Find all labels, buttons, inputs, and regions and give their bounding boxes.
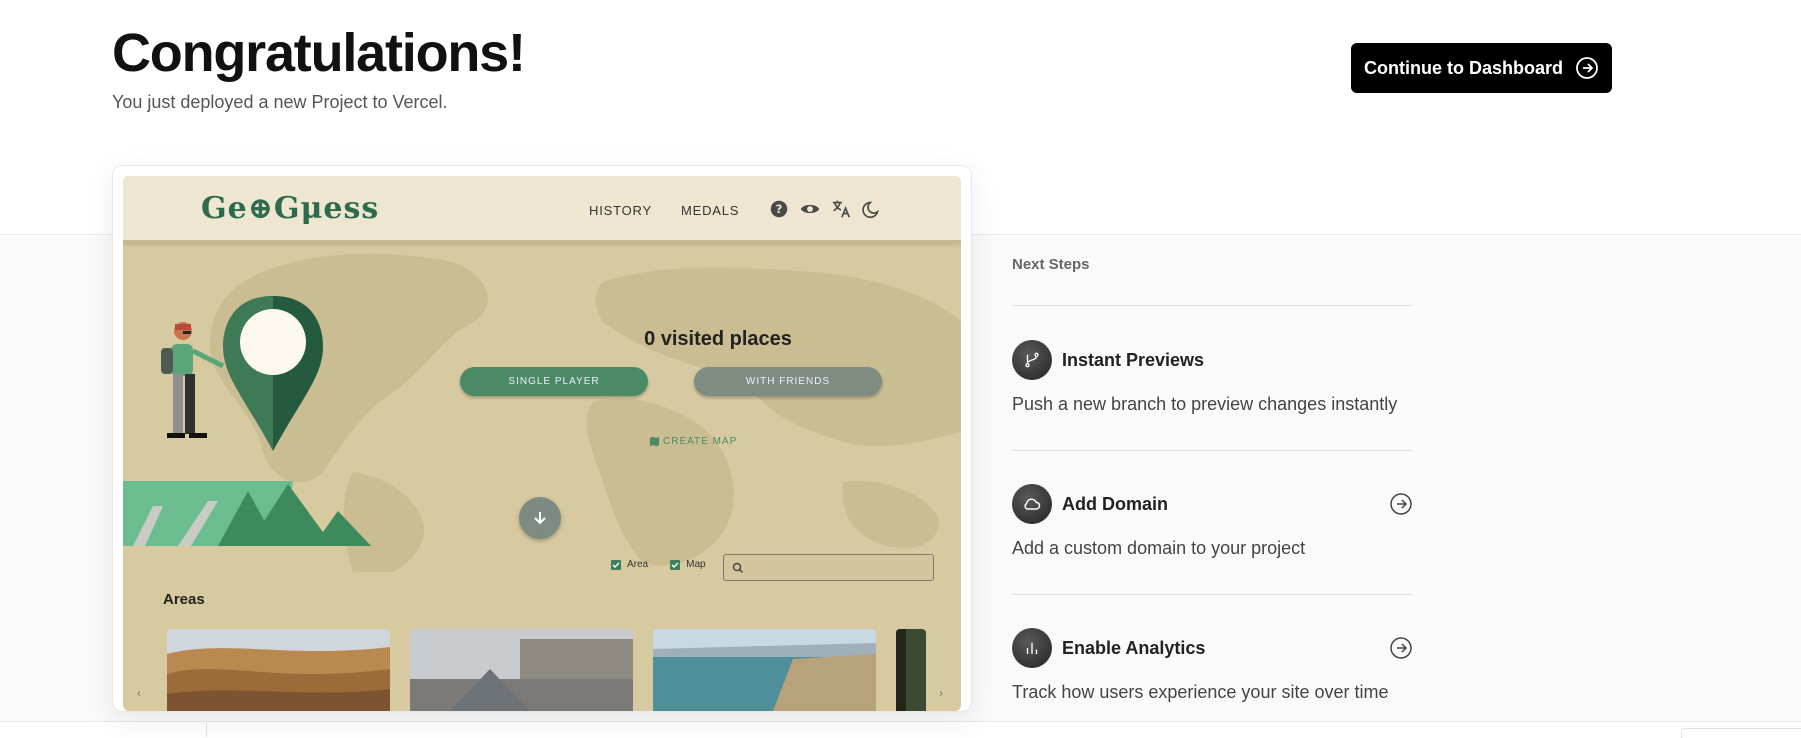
map-icon (649, 436, 660, 447)
area-thumbnail-coast[interactable] (653, 629, 876, 711)
area-thumbnail-paris[interactable] (410, 629, 633, 711)
deployment-preview-card[interactable]: Ge⊕Gμess HISTORY MEDALS ? 0 visited plac… (112, 165, 972, 712)
eye-icon[interactable] (799, 198, 821, 220)
area-thumbnail-forest[interactable] (896, 629, 926, 711)
svg-text:?: ? (776, 202, 783, 216)
step-description: Add a custom domain to your project (1012, 538, 1306, 558)
arrow-right-circle-icon[interactable] (1389, 636, 1413, 660)
page-subtitle: You just deployed a new Project to Verce… (112, 92, 448, 112)
geoguess-logo: Ge⊕Gμess (201, 191, 380, 226)
create-map-label: CREATE MAP (663, 436, 738, 447)
scroll-down-button[interactable] (519, 497, 561, 539)
step-instant-previews[interactable]: Instant Previews Push a new branch to pr… (1012, 340, 1413, 415)
divider (1012, 450, 1413, 451)
footer-bar (0, 721, 1801, 738)
map-checkbox[interactable] (670, 559, 681, 570)
area-map-filters: Area Map (611, 559, 706, 570)
deployment-screenshot[interactable]: Ge⊕Gμess HISTORY MEDALS ? 0 visited plac… (123, 176, 961, 711)
map-filter-label: Map (686, 559, 706, 570)
cta-label: Continue to Dashboard (1364, 57, 1563, 78)
carousel-prev-icon[interactable]: ‹ (137, 686, 141, 700)
nav-history-link[interactable]: HISTORY (589, 203, 652, 218)
with-friends-button[interactable]: WITH FRIENDS (694, 367, 882, 396)
geoguess-navbar: Ge⊕Gμess HISTORY MEDALS ? (123, 176, 961, 242)
carousel-next-icon[interactable]: › (939, 686, 943, 700)
step-enable-analytics[interactable]: Enable Analytics Track how users experie… (1012, 628, 1413, 703)
arrow-right-circle-icon (1576, 57, 1598, 79)
next-steps-panel: Next Steps Instant Previews Push a new b… (1012, 256, 1413, 702)
divider (1012, 305, 1413, 306)
divider (1012, 594, 1413, 595)
visited-places-count: 0 visited places (644, 328, 792, 350)
cliff-forest-image (896, 629, 926, 711)
step-title: Instant Previews (1062, 349, 1205, 370)
area-filter-label: Area (627, 559, 649, 570)
step-description: Track how users experience your site ove… (1012, 682, 1389, 702)
moon-icon[interactable] (861, 198, 883, 220)
coastal-bay-image (653, 629, 876, 711)
louvre-pyramid-image (410, 629, 633, 711)
create-map-link[interactable]: CREATE MAP (649, 436, 737, 447)
bar-chart-icon (1012, 628, 1052, 668)
desert-dunes-image (167, 629, 390, 711)
next-steps-title: Next Steps (1012, 256, 1090, 273)
area-checkbox[interactable] (611, 559, 621, 570)
continue-to-dashboard-button[interactable]: Continue to Dashboard (1351, 43, 1612, 93)
area-search-input[interactable] (723, 554, 934, 581)
step-title: Enable Analytics (1062, 637, 1206, 658)
hiker-illustration (123, 296, 371, 546)
arrow-right-circle-icon[interactable] (1389, 492, 1413, 516)
search-icon (732, 562, 744, 573)
single-player-button[interactable]: SINGLE PLAYER (460, 367, 648, 396)
arrow-down-icon (534, 512, 546, 525)
translate-icon[interactable] (830, 198, 852, 220)
page-title: Congratulations! (112, 23, 526, 83)
help-icon[interactable]: ? (768, 198, 790, 220)
step-add-domain[interactable]: Add Domain Add a custom domain to your p… (1012, 484, 1413, 559)
step-title: Add Domain (1062, 493, 1168, 514)
footer-divider (206, 723, 207, 737)
areas-heading: Areas (163, 591, 205, 608)
git-branch-icon (1012, 340, 1052, 380)
cloud-icon (1012, 484, 1052, 524)
check-icon (612, 562, 620, 568)
step-description: Push a new branch to preview changes ins… (1012, 394, 1398, 414)
check-icon (671, 562, 679, 568)
area-thumbnail-desert[interactable] (167, 629, 390, 711)
nav-medals-link[interactable]: MEDALS (681, 203, 739, 218)
